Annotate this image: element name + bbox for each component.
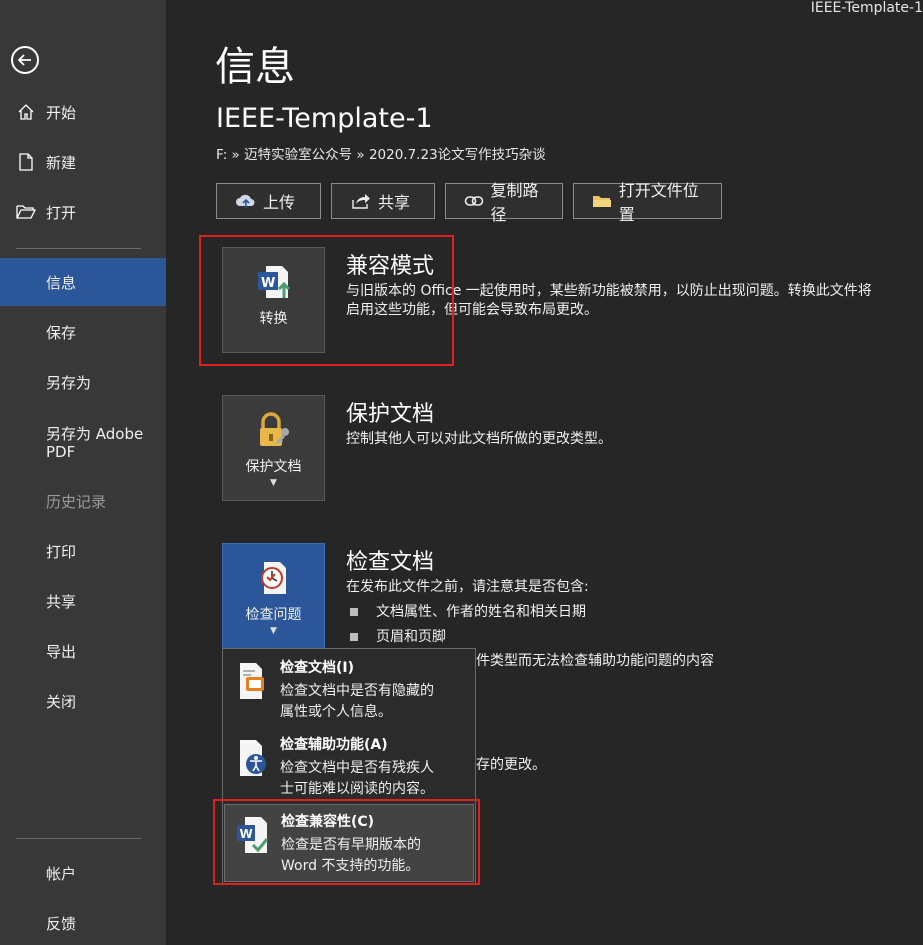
back-button[interactable] <box>11 46 39 74</box>
sidebar-item-close[interactable]: 关闭 <box>0 677 166 725</box>
menu-item-desc: 检查文档中是否有残疾人 士可能难以阅读的内容。 <box>280 760 434 797</box>
protect-document-tile[interactable]: 保护文档 ▼ <box>222 395 325 501</box>
sidebar-item-history: 历史记录 <box>0 477 166 525</box>
menu-item-desc: 检查文档中是否有隐藏的 属性或个人信息。 <box>280 683 434 720</box>
share-label: 共享 <box>378 193 411 212</box>
folder-icon <box>592 191 613 211</box>
sidebar-item-info[interactable]: 信息 <box>0 258 166 306</box>
inspect-document-icon <box>240 663 264 699</box>
accessibility-icon <box>240 740 266 776</box>
menu-item-title: 检查辅助功能(A) <box>280 737 388 753</box>
upload-button[interactable]: 上传 <box>216 183 321 219</box>
sidebar-item-print[interactable]: 打印 <box>0 527 166 575</box>
arrow-left-icon <box>17 54 31 66</box>
inspect-partial-line: 件类型而无法检查辅助功能问题的内容 <box>476 653 714 669</box>
sidebar-item-label: 关闭 <box>46 692 77 711</box>
protect-document-label: 保护文档 <box>245 459 302 475</box>
sidebar-item-save[interactable]: 保存 <box>0 308 166 356</box>
protect-heading: 保护文档 <box>346 402 435 427</box>
file-actions: 上传 共享 复制路径 打开文件位置 <box>216 181 722 224</box>
window-title: IEEE-Template-1 <box>810 0 923 16</box>
sidebar-item-label: 另存为 <box>46 373 92 392</box>
copy-path-label: 复制路径 <box>490 181 539 224</box>
open-file-location-label: 打开文件位置 <box>618 181 699 224</box>
sidebar-item-export[interactable]: 导出 <box>0 627 166 675</box>
document-path: F: » 迈特实验室公众号 » 2020.7.23论文写作技巧杂谈 <box>216 147 546 163</box>
cloud-upload-icon <box>235 191 257 211</box>
sidebar-item-label: 帐户 <box>46 864 77 883</box>
menu-item-check-accessibility[interactable]: 检查辅助功能(A) 检查文档中是否有残疾人 士可能难以阅读的内容。 <box>224 734 474 800</box>
inspect-bullet: 文档属性、作者的姓名和相关日期 <box>350 601 586 621</box>
sidebar-item-label: 信息 <box>46 273 77 292</box>
protect-desc: 控制其他人可以对此文档所做的更改类型。 <box>346 431 612 447</box>
upload-label: 上传 <box>263 193 296 212</box>
highlight-box <box>199 235 454 366</box>
inspect-heading: 检查文档 <box>346 550 435 575</box>
backstage-sidebar: 开始 新建 打开 信息 保存 另存为 另存为 Adobe PDF 历史记录 打印… <box>0 0 166 945</box>
sidebar-item-open[interactable]: 打开 <box>0 188 166 236</box>
new-document-icon <box>16 152 36 172</box>
sidebar-item-label: 共享 <box>46 592 77 611</box>
share-icon <box>350 191 372 211</box>
document-name: IEEE-Template-1 <box>216 103 433 134</box>
sidebar-item-label: 打开 <box>46 203 77 222</box>
sidebar-item-feedback[interactable]: 反馈 <box>0 899 166 945</box>
sidebar-item-label: 保存 <box>46 323 77 342</box>
link-icon <box>464 191 484 211</box>
check-issues-label: 检查问题 <box>245 607 302 623</box>
caret-down-icon: ▼ <box>270 478 277 488</box>
sidebar-item-account[interactable]: 帐户 <box>0 849 166 897</box>
sidebar-item-new[interactable]: 新建 <box>0 138 166 186</box>
sidebar-item-home[interactable]: 开始 <box>0 88 166 136</box>
home-icon <box>16 102 36 122</box>
open-file-location-button[interactable]: 打开文件位置 <box>573 181 722 224</box>
page-title: 信息 <box>215 44 295 90</box>
sidebar-item-label: 反馈 <box>46 914 77 933</box>
sidebar-item-share[interactable]: 共享 <box>0 577 166 625</box>
inspect-desc: 在发布此文件之前，请注意其是否包含: <box>346 579 589 595</box>
inspect-bullet: 页眉和页脚 <box>350 626 446 646</box>
inspect-partial-line-2: 存的更改。 <box>476 757 546 773</box>
folder-open-icon <box>16 202 36 222</box>
highlight-box <box>213 799 480 885</box>
lock-key-icon <box>259 412 289 446</box>
share-button[interactable]: 共享 <box>331 183 435 219</box>
sidebar-item-label: 打印 <box>46 542 77 561</box>
sidebar-item-save-as[interactable]: 另存为 <box>0 358 166 406</box>
check-issues-tile[interactable]: 检查问题 ▼ <box>222 543 325 649</box>
sidebar-item-label: 导出 <box>46 642 77 661</box>
menu-item-inspect-document[interactable]: 检查文档(I) 检查文档中是否有隐藏的 属性或个人信息。 <box>224 657 474 723</box>
inspect-document-icon <box>260 562 286 594</box>
sidebar-item-save-as-pdf[interactable]: 另存为 Adobe PDF <box>0 412 166 472</box>
sidebar-item-label: 开始 <box>46 103 77 122</box>
copy-path-button[interactable]: 复制路径 <box>445 181 563 224</box>
caret-down-icon: ▼ <box>270 626 277 636</box>
menu-item-title: 检查文档(I) <box>280 660 355 676</box>
sidebar-item-label: 另存为 Adobe PDF <box>46 425 144 461</box>
sidebar-divider <box>16 838 141 839</box>
sidebar-item-label: 历史记录 <box>46 492 107 511</box>
sidebar-item-label: 新建 <box>46 153 77 172</box>
sidebar-divider <box>16 248 141 249</box>
